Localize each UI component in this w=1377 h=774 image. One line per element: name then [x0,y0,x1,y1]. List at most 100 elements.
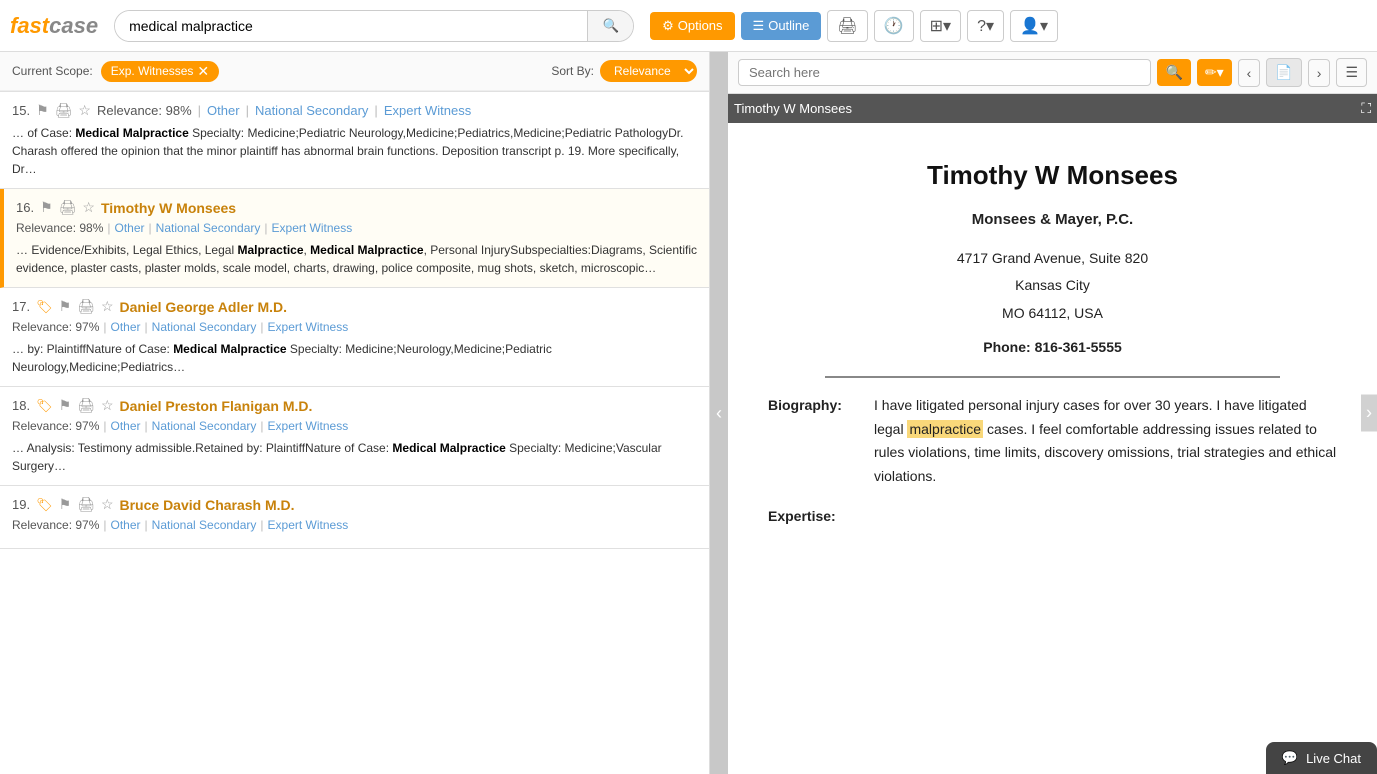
print-icon-18[interactable]: 🖨 [77,397,95,414]
result-title-16[interactable]: Timothy W Monsees [101,200,236,216]
main-container: Current Scope: Exp. Witnesses ✕ Sort By:… [0,52,1377,774]
star-icon-16[interactable]: ☆ [82,199,95,216]
result-meta-19: Relevance: 97% | Other | National Second… [12,518,697,532]
print-icon-16[interactable]: 🖨 [59,199,77,216]
tag-icon-18: 🏷 [36,398,53,414]
meta-expert-18[interactable]: Expert Witness [268,419,349,433]
doc-search-icon: 🔍 [1165,64,1182,80]
flag-icon-18[interactable]: ⚑ [59,397,72,414]
result-snippet-16: … Evidence/Exhibits, Legal Ethics, Legal… [16,241,697,277]
print-icon-15[interactable]: 🖨 [55,102,73,119]
grid-button[interactable]: ⊞▾ [920,10,961,42]
meta-expert-17[interactable]: Expert Witness [268,320,349,334]
search-input[interactable]: medical malpractice [115,11,587,41]
help-button[interactable]: ?▾ [967,10,1004,42]
result-title-19[interactable]: Bruce David Charash M.D. [120,497,295,513]
doc-search-input[interactable] [738,59,1151,86]
doc-content: Timothy W Monsees Monsees & Mayer, P.C. … [728,123,1377,774]
meta-secondary-16[interactable]: National Secondary [156,221,261,235]
doc-next-button[interactable]: › [1308,59,1331,87]
live-chat[interactable]: 💬 Live Chat [1266,742,1377,774]
result-header-18: 18. 🏷 ⚑ 🖨 ☆ Daniel Preston Flanigan M.D. [12,397,697,414]
panel-collapse-right[interactable]: › [1361,395,1377,432]
result-snippet-15: … of Case: Medical Malpractice Specialty… [12,124,697,178]
result-header-19: 19. 🏷 ⚑ 🖨 ☆ Bruce David Charash M.D. [12,496,697,513]
meta-expert-19[interactable]: Expert Witness [268,518,349,532]
scope-bar: Current Scope: Exp. Witnesses ✕ Sort By:… [0,52,709,91]
result-item-18: 18. 🏷 ⚑ 🖨 ☆ Daniel Preston Flanigan M.D.… [0,387,709,486]
biography-label: Biography: [768,394,858,489]
meta-secondary-17[interactable]: National Secondary [152,320,257,334]
panel-collapse-left[interactable]: ‹ [710,52,728,774]
meta-secondary-18[interactable]: National Secondary [152,419,257,433]
meta-other-19[interactable]: Other [111,518,141,532]
doc-edit-button[interactable]: ✏▾ [1197,59,1232,86]
star-icon-18[interactable]: ☆ [101,397,114,414]
next-icon: › [1317,65,1322,81]
search-bar: medical malpractice 🔍 [114,10,634,42]
print-icon-17[interactable]: 🖨 [77,298,95,315]
meta-secondary-19[interactable]: National Secondary [152,518,257,532]
result-num-19: 19. [12,497,30,512]
options-button[interactable]: ⚙ Options [650,12,734,40]
scope-tag-close[interactable]: ✕ [197,63,209,80]
doc-menu-button[interactable]: ☰ [1336,58,1367,87]
history-button[interactable]: 🕐 [874,10,914,42]
result-item-active: 16. ⚑ 🖨 ☆ Timothy W Monsees Relevance: 9… [0,189,709,288]
meta-expert-16[interactable]: Expert Witness [272,221,353,235]
sort-label: Sort By: [551,64,594,78]
star-icon-17[interactable]: ☆ [101,298,114,315]
logo: fastcase [10,13,98,39]
flag-icon-19[interactable]: ⚑ [59,496,72,513]
search-button[interactable]: 🔍 [587,11,633,41]
result-item-17: 17. 🏷 ⚑ 🖨 ☆ Daniel George Adler M.D. Rel… [0,288,709,387]
meta-other-18[interactable]: Other [111,419,141,433]
grid-icon: ⊞▾ [930,16,951,36]
meta-other-15[interactable]: Other [207,103,240,118]
flag-icon-15[interactable]: ⚑ [36,102,49,119]
logo-fast: fast [10,13,49,38]
meta-secondary-15[interactable]: National Secondary [255,103,368,118]
outline-button[interactable]: ☰ Outline [741,12,822,40]
doc-page-button[interactable]: 📄 [1266,58,1301,87]
print-icon: 🖨 [837,16,857,36]
star-icon-15[interactable]: ☆ [78,102,91,119]
chat-icon: 💬 [1282,750,1298,766]
doc-firm: Monsees & Mayer, P.C. [768,207,1337,233]
result-title-18[interactable]: Daniel Preston Flanigan M.D. [120,398,313,414]
flag-icon-16[interactable]: ⚑ [40,199,53,216]
options-label: Options [678,18,723,33]
result-title-17[interactable]: Daniel George Adler M.D. [120,299,288,315]
flag-icon-17[interactable]: ⚑ [59,298,72,315]
result-header-15: 15. ⚑ 🖨 ☆ Relevance: 98% | Other | Natio… [12,102,697,119]
sort-select[interactable]: Relevance Date [600,60,697,82]
page-icon: 📄 [1275,64,1292,80]
doc-prev-button[interactable]: ‹ [1238,59,1261,87]
result-meta-18: Relevance: 97% | Other | National Second… [12,419,697,433]
doc-title-bar: Timothy W Monsees ⛶ [728,94,1377,123]
result-num-15: 15. [12,103,30,118]
print-button[interactable]: 🖨 [827,10,867,42]
bio-highlight: malpractice [907,420,983,438]
print-icon-19[interactable]: 🖨 [77,496,95,513]
expand-icon: ⛶ [1361,100,1371,116]
meta-other-16[interactable]: Other [115,221,145,235]
relevance-19: Relevance: 97% [12,518,99,532]
meta-other-17[interactable]: Other [111,320,141,334]
meta-expert-15[interactable]: Expert Witness [384,103,471,118]
star-icon-19[interactable]: ☆ [101,496,114,513]
header: fastcase medical malpractice 🔍 ⚙ Options… [0,0,1377,52]
search-icon: 🔍 [602,18,619,33]
expand-button[interactable]: ⛶ [1361,100,1371,117]
outline-label: Outline [768,18,809,33]
outline-icon: ☰ [753,18,765,34]
results-list: 15. ⚑ 🖨 ☆ Relevance: 98% | Other | Natio… [0,91,709,774]
scope-tag: Exp. Witnesses ✕ [101,61,219,82]
live-chat-label: Live Chat [1306,751,1361,766]
user-button[interactable]: 👤▾ [1010,10,1058,42]
edit-icon: ✏▾ [1205,64,1224,80]
expertise-label: Expertise: [768,505,858,529]
result-num-17: 17. [12,299,30,314]
doc-search-button[interactable]: 🔍 [1157,59,1190,86]
result-snippet-17: … by: PlaintiffNature of Case: Medical M… [12,340,697,376]
